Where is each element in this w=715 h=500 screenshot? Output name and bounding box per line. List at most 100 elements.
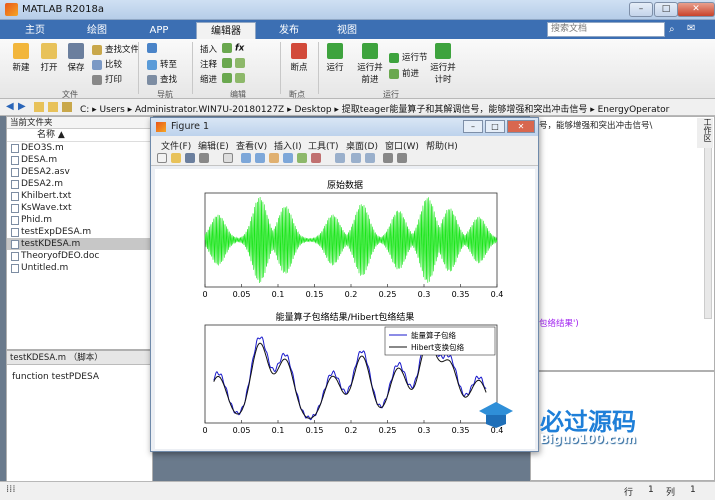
tab-publish[interactable]: 发布 bbox=[264, 22, 314, 39]
tab-home[interactable]: 主页 bbox=[10, 22, 60, 39]
wrap-icon bbox=[235, 58, 245, 68]
column-header-name[interactable]: 名称 ▲ bbox=[7, 129, 152, 142]
insert-button[interactable]: 插入 bbox=[200, 43, 217, 55]
grip-icon: ⁞⁞⁞ bbox=[6, 484, 16, 495]
file-item[interactable]: KsWave.txt bbox=[7, 202, 152, 214]
goto-button[interactable]: 转至 bbox=[147, 58, 177, 70]
file-item[interactable]: DESA2.asv bbox=[7, 166, 152, 178]
legend-label-teager: 能量算子包络 bbox=[411, 330, 456, 340]
brush-icon[interactable] bbox=[311, 153, 321, 163]
back-icon[interactable]: ◀ bbox=[6, 101, 14, 112]
pan-icon[interactable] bbox=[269, 153, 279, 163]
file-item-selected[interactable]: testKDESA.m bbox=[7, 238, 152, 250]
address-bar: ◀ ▶ C: ▸ Users ▸ Administrator.WIN7U-201… bbox=[0, 99, 715, 116]
file-item[interactable]: TheoryofDEO.doc bbox=[7, 250, 152, 262]
divider bbox=[318, 42, 319, 94]
file-item[interactable]: DESA.m bbox=[7, 154, 152, 166]
bell-icon[interactable]: ✉ bbox=[687, 23, 695, 34]
file-item[interactable]: Khilbert.txt bbox=[7, 190, 152, 202]
show-tools-icon[interactable] bbox=[397, 153, 407, 163]
x-tick-label: 0.15 bbox=[306, 426, 324, 435]
run-section-button[interactable]: 运行节 bbox=[389, 51, 428, 63]
legend-icon[interactable] bbox=[365, 153, 375, 163]
folder-icon[interactable] bbox=[34, 102, 44, 112]
tab-apps[interactable]: APP bbox=[134, 22, 184, 39]
colorbar-icon[interactable] bbox=[351, 153, 361, 163]
search-input[interactable]: 搜索文档 bbox=[547, 22, 665, 37]
indent-button[interactable]: 缩进 bbox=[200, 73, 217, 85]
breakpoint-icon bbox=[291, 43, 307, 59]
print-icon[interactable] bbox=[199, 153, 209, 163]
file-item[interactable]: DEO3S.m bbox=[7, 142, 152, 154]
figure-toolbar bbox=[151, 151, 538, 166]
open-icon[interactable] bbox=[171, 153, 181, 163]
browse-icon[interactable] bbox=[62, 102, 72, 112]
pointer-icon[interactable] bbox=[223, 153, 233, 163]
run-time-button[interactable]: 运行并 计时 bbox=[428, 43, 458, 85]
file-item[interactable]: Untitled.m bbox=[7, 262, 152, 274]
folder-up-icon[interactable] bbox=[48, 102, 58, 112]
find-files-button[interactable]: 查找文件 bbox=[92, 43, 139, 55]
x-tick-label: 0.1 bbox=[272, 290, 285, 299]
figure-close-button[interactable]: ✕ bbox=[507, 120, 535, 133]
figure-maximize-button[interactable]: □ bbox=[485, 120, 505, 133]
arrow-icon bbox=[147, 43, 157, 53]
back-forward-button[interactable] bbox=[147, 43, 160, 54]
save-icon[interactable] bbox=[185, 153, 195, 163]
col-value: 1 bbox=[690, 485, 696, 495]
x-tick-label: 0.35 bbox=[452, 290, 470, 299]
data-cursor-icon[interactable] bbox=[297, 153, 307, 163]
file-item[interactable]: testExpDESA.m bbox=[7, 226, 152, 238]
open-button[interactable]: 打开 bbox=[36, 43, 62, 73]
editor-panel[interactable]: 号，能够增强和突出冲击信号\ 包络结果') bbox=[530, 116, 715, 371]
file-item[interactable]: Phid.m bbox=[7, 214, 152, 226]
watermark-cap-svg bbox=[479, 402, 513, 428]
run-icon bbox=[327, 43, 343, 59]
link-plot-icon[interactable] bbox=[335, 153, 345, 163]
close-button[interactable]: ✕ bbox=[677, 2, 715, 17]
x-tick-label: 0.05 bbox=[233, 426, 251, 435]
tab-editor[interactable]: 编辑器 bbox=[196, 22, 256, 39]
tab-view[interactable]: 视图 bbox=[322, 22, 372, 39]
x-tick-label: 0 bbox=[202, 426, 207, 435]
new-button[interactable]: 新建 bbox=[8, 43, 34, 73]
graduation-cap-icon bbox=[478, 400, 514, 430]
find-button[interactable]: 查找 bbox=[147, 73, 177, 85]
zoom-out-icon[interactable] bbox=[255, 153, 265, 163]
comment-icons[interactable] bbox=[222, 58, 248, 69]
zoom-in-icon[interactable] bbox=[241, 153, 251, 163]
rotate-icon[interactable] bbox=[283, 153, 293, 163]
divider bbox=[280, 42, 281, 94]
comment-button[interactable]: 注释 bbox=[200, 58, 217, 70]
file-item[interactable]: DESA2.m bbox=[7, 178, 152, 190]
address-path[interactable]: C: ▸ Users ▸ Administrator.WIN7U-2018012… bbox=[80, 102, 669, 115]
print-button[interactable]: 打印 bbox=[92, 73, 122, 85]
run-advance-button[interactable]: 运行并 前进 bbox=[352, 43, 388, 85]
indent-icons[interactable] bbox=[222, 73, 248, 84]
compare-button[interactable]: 比较 bbox=[92, 58, 122, 70]
search-icon[interactable]: ⌕ bbox=[669, 24, 675, 35]
x-tick-label: 0.4 bbox=[491, 290, 504, 299]
legend-label-hilbert: Hibert变换包络 bbox=[411, 342, 465, 352]
forward-icon[interactable]: ▶ bbox=[18, 101, 26, 112]
details-panel: testKDESA.m （脚本） function testPDESA bbox=[6, 350, 153, 492]
advance-button[interactable]: 前进 bbox=[389, 67, 419, 79]
file-list: DEO3S.m DESA.m DESA2.asv DESA2.m Khilber… bbox=[7, 142, 152, 274]
hide-tools-icon[interactable] bbox=[383, 153, 393, 163]
legend: 能量算子包络 Hibert变换包络 bbox=[384, 326, 496, 356]
new-figure-icon[interactable] bbox=[157, 153, 167, 163]
figure-minimize-button[interactable]: – bbox=[463, 120, 483, 133]
doc-icon bbox=[11, 252, 19, 261]
new-icon bbox=[13, 43, 29, 59]
save-button[interactable]: 保存 bbox=[63, 43, 89, 73]
insert-icons[interactable]: fx bbox=[222, 43, 244, 54]
tab-plots[interactable]: 绘图 bbox=[72, 22, 122, 39]
breakpoints-button[interactable]: 断点 bbox=[286, 43, 312, 73]
minimize-button[interactable]: – bbox=[629, 2, 653, 17]
maximize-button[interactable]: □ bbox=[654, 2, 678, 17]
editor-scrollbar[interactable] bbox=[704, 129, 712, 319]
run-button[interactable]: 运行 bbox=[322, 43, 348, 73]
workspace-side-tab[interactable]: 工作区 bbox=[697, 118, 713, 148]
current-folder-title: 当前文件夹 bbox=[7, 117, 152, 129]
file-icon bbox=[11, 192, 19, 201]
